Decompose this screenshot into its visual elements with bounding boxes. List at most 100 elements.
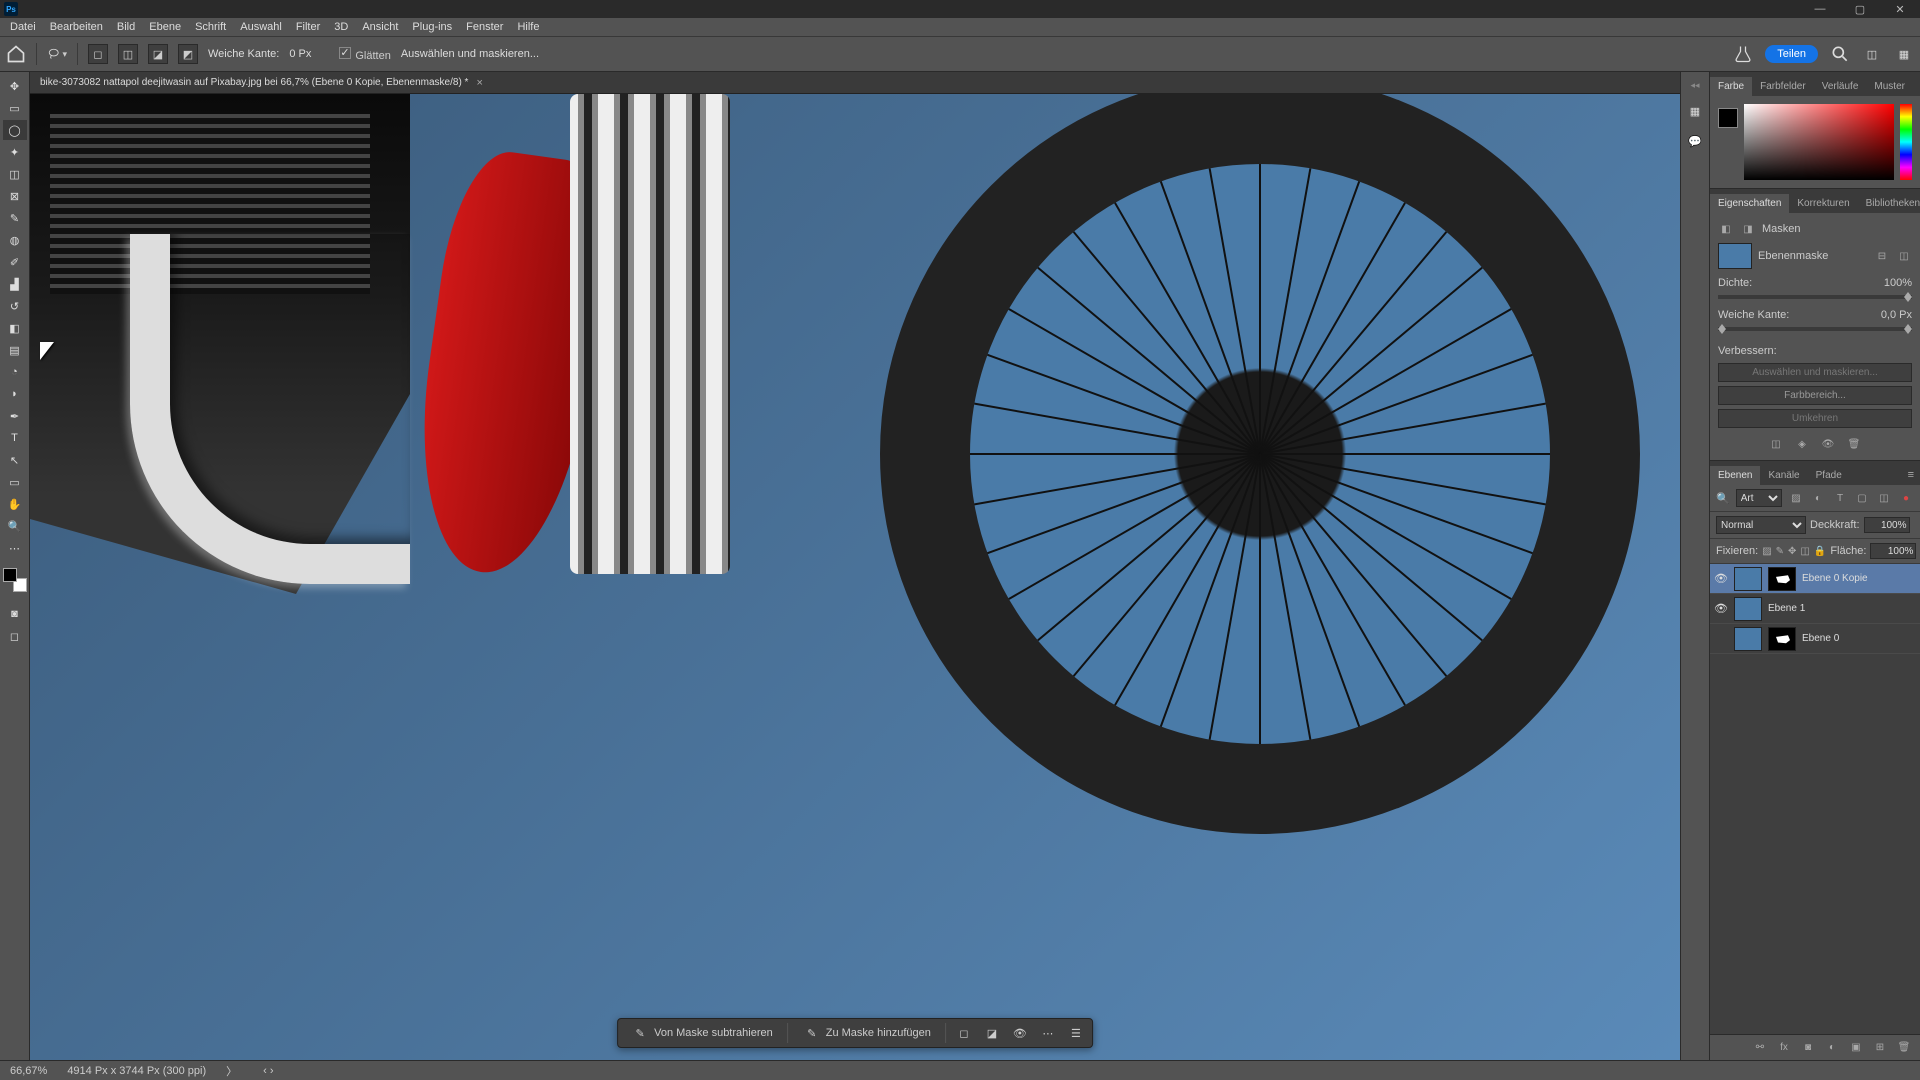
feather-slider[interactable] [1718,327,1912,331]
move-tool[interactable]: ✥ [3,76,27,96]
tab-bibliotheken[interactable]: Bibliotheken [1858,194,1920,213]
path-tool[interactable]: ↖ [3,450,27,470]
filter-toggle[interactable]: ● [1898,490,1914,506]
window-maximize[interactable]: ▢ [1852,3,1868,16]
mask-thumbnail[interactable] [1768,567,1796,591]
lock-pixels-icon[interactable]: ✎ [1776,543,1784,559]
layer-row[interactable]: Ebene 0 [1710,624,1920,654]
more-tools[interactable]: ⋯ [3,538,27,558]
lasso-tool[interactable]: ◯ [3,120,27,140]
layer-thumbnail[interactable] [1734,597,1762,621]
menu-3d[interactable]: 3D [334,21,348,33]
tab-pfade[interactable]: Pfade [1808,466,1850,485]
load-selection-icon[interactable]: ◫ [1768,436,1784,452]
link-layers-icon[interactable]: ⚯ [1752,1040,1768,1056]
opacity-input[interactable] [1864,517,1910,533]
eyedropper-tool[interactable]: ✎ [3,208,27,228]
disable-mask-icon[interactable]: 👁 [1820,436,1836,452]
lock-transparency-icon[interactable]: ▨ [1762,543,1771,559]
crop-tool[interactable]: ◫ [3,164,27,184]
tab-muster[interactable]: Muster [1866,77,1913,96]
new-layer-icon[interactable]: ⊞ [1872,1040,1888,1056]
dodge-tool[interactable]: ◗ [3,384,27,404]
blend-mode-select[interactable]: Normal [1716,516,1806,534]
menu-datei[interactable]: Datei [10,21,36,33]
add-mask-icon[interactable]: ◙ [1800,1040,1816,1056]
select-and-mask-prop-button[interactable]: Auswählen und maskieren... [1718,363,1912,382]
tab-verlaeufe[interactable]: Verläufe [1814,77,1867,96]
delete-layer-icon[interactable]: 🗑 [1896,1040,1912,1056]
filter-pixel-icon[interactable]: ▨ [1788,490,1804,506]
layer-thumbnail[interactable] [1734,567,1762,591]
gradient-tool[interactable]: ▤ [3,340,27,360]
invert-button[interactable]: Umkehren [1718,409,1912,428]
lock-position-icon[interactable]: ✥ [1788,543,1796,559]
lock-artboard-icon[interactable]: ◫ [1800,543,1809,559]
mask-thumbnail[interactable] [1768,627,1796,651]
close-tab-icon[interactable]: × [476,77,482,89]
filter-shape-icon[interactable]: ▢ [1854,490,1870,506]
group-icon[interactable]: ▣ [1848,1040,1864,1056]
window-close[interactable]: ✕ [1892,3,1908,16]
lasso-tool-icon[interactable]: ▾ [47,44,67,64]
selection-intersect-icon[interactable]: ◩ [178,44,198,64]
history-brush-tool[interactable]: ↺ [3,296,27,316]
menu-hilfe[interactable]: Hilfe [517,21,539,33]
taskbar-invert-icon[interactable]: ◪ [982,1023,1002,1043]
subtract-from-mask-button[interactable]: ✎Von Maske subtrahieren [624,1021,779,1045]
home-icon[interactable] [6,44,26,64]
add-to-mask-button[interactable]: ✎Zu Maske hinzufügen [796,1021,937,1045]
menu-auswahl[interactable]: Auswahl [240,21,282,33]
status-chevron[interactable]: ‹ › [263,1065,273,1077]
tab-farbfelder[interactable]: Farbfelder [1752,77,1814,96]
menu-filter[interactable]: Filter [296,21,320,33]
status-arrow[interactable]: 〉 [226,1063,237,1079]
collapse-handle[interactable]: ◂◂ [1690,80,1699,91]
layer-name[interactable]: Ebene 0 Kopie [1802,573,1868,584]
visibility-toggle[interactable]: 👁 [1714,602,1728,615]
history-panel-icon[interactable]: ▦ [1685,101,1705,121]
tab-farbe[interactable]: Farbe [1710,77,1752,96]
menu-ansicht[interactable]: Ansicht [362,21,398,33]
color-range-button[interactable]: Farbbereich... [1718,386,1912,405]
beaker-icon[interactable] [1733,44,1753,64]
taskbar-eye-icon[interactable]: 👁 [1010,1023,1030,1043]
tab-kanaele[interactable]: Kanäle [1760,466,1807,485]
layer-name[interactable]: Ebene 1 [1768,603,1805,614]
color-field[interactable] [1744,104,1894,180]
layer-filter-kind[interactable]: Art [1736,489,1782,507]
hue-slider[interactable] [1900,104,1912,180]
zoom-tool[interactable]: 🔍 [3,516,27,536]
filter-adjust-icon[interactable]: ◐ [1810,490,1826,506]
antialias-checkbox[interactable]: Glätten [339,47,390,62]
fill-input[interactable] [1870,543,1916,559]
selection-add-icon[interactable]: ◫ [118,44,138,64]
layer-row[interactable]: 👁 Ebene 1 [1710,594,1920,624]
selection-subtract-icon[interactable]: ◪ [148,44,168,64]
screenmode-tool[interactable]: ◻ [3,626,27,646]
eraser-tool[interactable]: ◧ [3,318,27,338]
mask-link-icon[interactable]: ⊟ [1874,248,1890,264]
hand-tool[interactable]: ✋ [3,494,27,514]
apply-mask-icon[interactable]: ◈ [1794,436,1810,452]
document-tab[interactable]: bike-3073082 nattapol deejitwasin auf Pi… [30,72,1680,94]
canvas[interactable]: ✎Von Maske subtrahieren ✎Zu Maske hinzuf… [30,94,1680,1060]
layer-row[interactable]: 👁 Ebene 0 Kopie [1710,564,1920,594]
shape-tool[interactable]: ▭ [3,472,27,492]
visibility-toggle[interactable]: 👁 [1714,572,1728,585]
pixel-mask-icon[interactable]: ◧ [1718,221,1734,237]
tab-korrekturen[interactable]: Korrekturen [1789,194,1857,213]
share-button[interactable]: Teilen [1765,45,1818,63]
workspace-icon[interactable]: ◫ [1862,44,1882,64]
menu-bearbeiten[interactable]: Bearbeiten [50,21,103,33]
vector-mask-icon[interactable]: ◨ [1740,221,1756,237]
frame-tool[interactable]: ⊠ [3,186,27,206]
menu-schrift[interactable]: Schrift [195,21,226,33]
panel-menu-icon[interactable]: ≡ [1902,465,1920,485]
comments-panel-icon[interactable]: 💬 [1685,131,1705,151]
magic-wand-tool[interactable]: ✦ [3,142,27,162]
color-picker[interactable] [1718,104,1912,180]
menu-fenster[interactable]: Fenster [466,21,503,33]
quickmask-tool[interactable]: ◙ [3,604,27,624]
color-swap[interactable] [3,568,27,592]
